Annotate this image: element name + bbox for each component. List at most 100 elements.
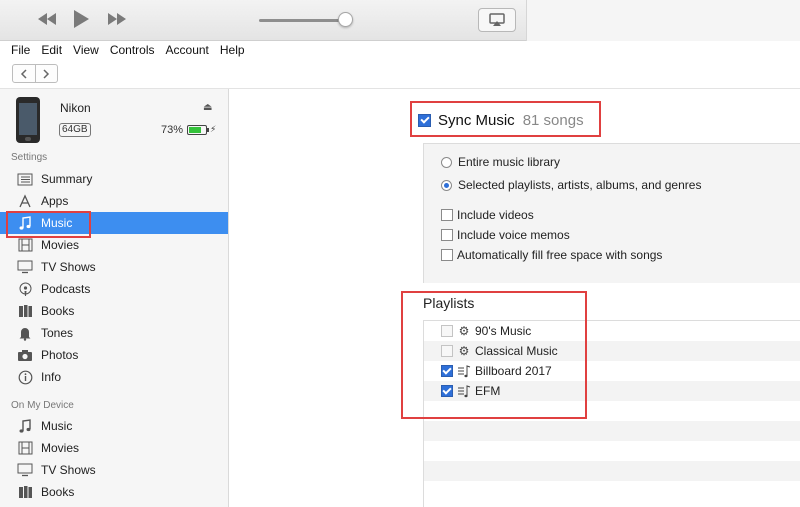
include-voice-memos-checkbox[interactable] (441, 229, 453, 241)
playlist-checkbox[interactable] (441, 345, 453, 357)
empty-row (424, 481, 800, 501)
sidebar-item-label: Movies (41, 441, 80, 455)
forward-button[interactable] (36, 65, 58, 82)
music-note-icon (15, 215, 35, 231)
chevron-right-icon (43, 68, 50, 79)
navigation-row (0, 59, 800, 89)
sidebar-item-apps[interactable]: Apps (0, 190, 228, 212)
include-voice-memos-option[interactable]: Include voice memos (441, 228, 570, 242)
playlist-name: EFM (475, 384, 501, 398)
sidebar-item-tones[interactable]: Tones (0, 322, 228, 344)
eject-icon[interactable]: ⏏ (203, 102, 212, 113)
airplay-button[interactable] (478, 8, 516, 32)
playlists-heading: Playlists (423, 295, 475, 311)
sidebar-item-label: Music (41, 216, 73, 230)
music-note-icon (15, 418, 35, 434)
sync-music-checkbox[interactable] (418, 114, 431, 127)
summary-icon (15, 171, 35, 187)
menu-help[interactable]: Help (220, 41, 245, 59)
option-label: Include videos (457, 208, 534, 222)
sidebar: Nikon 64GB ⏏ 73% ⚡ Settings Summary Apps… (0, 89, 229, 507)
playlist-icon (456, 384, 472, 398)
back-forward-buttons (12, 64, 58, 83)
playlist-row[interactable]: ⚙ Classical Music (424, 341, 800, 361)
option-label: Automatically fill free space with songs (457, 248, 663, 262)
empty-row (424, 461, 800, 481)
device-item-movies[interactable]: Movies (0, 437, 228, 459)
apps-icon (15, 193, 35, 209)
sidebar-item-info[interactable]: Info (0, 366, 228, 388)
device-header[interactable]: Nikon 64GB ⏏ 73% ⚡ (0, 89, 229, 149)
device-item-books[interactable]: Books (0, 481, 228, 503)
volume-knob[interactable] (338, 12, 353, 27)
battery-percent: 73% (161, 124, 184, 136)
sidebar-item-label: Music (41, 419, 73, 433)
chevron-left-icon (20, 68, 27, 79)
autofill-checkbox[interactable] (441, 249, 453, 261)
playlist-row[interactable]: Billboard 2017 (424, 361, 800, 381)
film-icon (15, 440, 35, 456)
empty-row (424, 401, 800, 421)
device-capacity: 64GB (59, 123, 91, 137)
entire-library-radio[interactable] (441, 156, 452, 168)
menu-account[interactable]: Account (166, 41, 209, 59)
playlist-checkbox[interactable] (441, 325, 453, 337)
sidebar-item-label: Books (41, 304, 75, 318)
sidebar-item-books[interactable]: Books (0, 300, 228, 322)
settings-section-label: Settings (11, 152, 48, 163)
iphone-icon (16, 97, 40, 143)
sidebar-item-photos[interactable]: Photos (0, 344, 228, 366)
sidebar-item-music[interactable]: Music (0, 212, 228, 234)
sidebar-item-label: Movies (41, 238, 80, 252)
device-item-tv-shows[interactable]: TV Shows (0, 459, 228, 481)
bell-icon (15, 325, 35, 341)
selected-items-radio[interactable] (441, 179, 452, 191)
info-icon (15, 369, 35, 385)
selected-items-option[interactable]: Selected playlists, artists, albums, and… (441, 178, 701, 192)
playlist-row[interactable]: EFM (424, 381, 800, 401)
on-my-device-section-label: On My Device (11, 400, 74, 411)
device-name: Nikon (60, 101, 91, 115)
sidebar-item-podcasts[interactable]: Podcasts (0, 278, 228, 300)
camera-icon (15, 347, 35, 363)
sidebar-item-label: Apps (41, 194, 69, 208)
playlist-name: 90's Music (475, 324, 532, 338)
sync-options-panel: Entire music library Selected playlists,… (423, 143, 800, 283)
sidebar-item-label: TV Shows (41, 260, 96, 274)
menu-edit[interactable]: Edit (41, 41, 62, 59)
smart-playlist-gear-icon: ⚙ (458, 344, 470, 358)
airplay-icon (489, 13, 505, 26)
entire-library-option[interactable]: Entire music library (441, 155, 560, 169)
player-toolbar (0, 0, 800, 41)
sidebar-item-summary[interactable]: Summary (0, 168, 228, 190)
sidebar-item-tv-shows[interactable]: TV Shows (0, 256, 228, 278)
sidebar-item-label: Podcasts (41, 282, 91, 296)
menu-controls[interactable]: Controls (110, 41, 155, 59)
include-videos-option[interactable]: Include videos (441, 208, 534, 222)
device-item-music[interactable]: Music (0, 415, 228, 437)
sidebar-item-label: Photos (41, 348, 79, 362)
main-content: Sync Music 81 songs Entire music library… (229, 89, 800, 507)
menu-file[interactable]: File (11, 41, 30, 59)
back-button[interactable] (13, 65, 36, 82)
rewind-icon[interactable] (36, 11, 58, 27)
playlist-checkbox[interactable] (441, 365, 453, 377)
include-videos-checkbox[interactable] (441, 209, 453, 221)
menu-bar: File Edit View Controls Account Help (0, 41, 800, 59)
option-label: Include voice memos (457, 228, 570, 242)
sidebar-item-label: TV Shows (41, 463, 96, 477)
playlist-checkbox[interactable] (441, 385, 453, 397)
menu-view[interactable]: View (73, 41, 99, 59)
books-icon (15, 303, 35, 319)
autofill-option[interactable]: Automatically fill free space with songs (441, 248, 662, 262)
play-icon[interactable] (72, 9, 90, 29)
volume-slider[interactable] (259, 19, 349, 22)
playlist-row[interactable]: ⚙ 90's Music (424, 321, 800, 341)
playlist-name: Classical Music (475, 344, 558, 358)
empty-row (424, 441, 800, 461)
sidebar-item-label: Books (41, 485, 75, 499)
playlists-list: ⚙ 90's Music ⚙ Classical Music Billboard… (423, 320, 800, 507)
sidebar-item-movies[interactable]: Movies (0, 234, 228, 256)
battery-icon (187, 125, 207, 135)
fast-forward-icon[interactable] (106, 11, 128, 27)
